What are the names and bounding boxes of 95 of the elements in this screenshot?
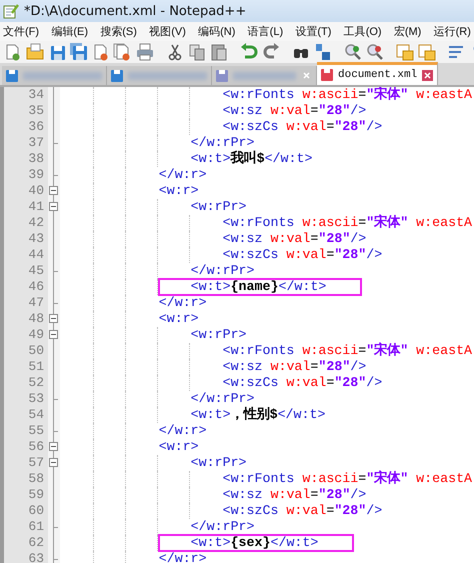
code-line: <w:rFonts w:ascii="宋体" w:eastA bbox=[222, 343, 474, 359]
line-number: 39 bbox=[4, 167, 48, 183]
fold-end-marker bbox=[53, 271, 58, 272]
code-line: <w:rFonts w:ascii="宋体" w:eastA bbox=[222, 471, 474, 487]
file-tab[interactable]: document.xml bbox=[317, 62, 438, 85]
fold-end-marker bbox=[53, 399, 58, 400]
fold-minus-icon[interactable] bbox=[49, 202, 58, 211]
line-number: 57 bbox=[4, 455, 48, 471]
notepad-icon bbox=[3, 3, 19, 19]
line-number: 56 bbox=[4, 439, 48, 455]
code-line: <w:rPr> bbox=[190, 199, 248, 215]
code-line: <w:sz w:val="28"/> bbox=[222, 359, 368, 375]
save-all-icon[interactable] bbox=[69, 42, 89, 62]
code-line: </w:rPr> bbox=[190, 135, 256, 150]
menu-item[interactable]: 语言(L) bbox=[248, 24, 284, 39]
menu-item[interactable]: 搜索(S) bbox=[100, 24, 137, 39]
code-line: </w:rPr> bbox=[190, 263, 256, 279]
line-number: 36 bbox=[4, 119, 48, 135]
line-number: 46 bbox=[4, 279, 48, 295]
fold-end-marker bbox=[53, 527, 58, 528]
code-line: <w:r> bbox=[158, 183, 200, 199]
code-line: </w:rPr> bbox=[190, 391, 256, 406]
open-folder-icon[interactable] bbox=[25, 42, 45, 62]
menu-item[interactable]: 设置(T) bbox=[295, 24, 332, 39]
fold-end-marker bbox=[53, 303, 58, 304]
line-number: 52 bbox=[4, 375, 48, 391]
zoom-out-icon[interactable] bbox=[365, 42, 385, 62]
line-number: 42 bbox=[4, 215, 48, 231]
close-icon[interactable] bbox=[422, 70, 434, 80]
fold-minus-icon[interactable] bbox=[49, 442, 58, 451]
code-line: <w:rPr> bbox=[190, 327, 248, 343]
code-line: <w:t>我叫$</w:t> bbox=[190, 151, 314, 167]
line-number: 35 bbox=[4, 103, 48, 119]
line-number: 59 bbox=[4, 487, 48, 503]
code-line: </w:rPr> bbox=[190, 519, 256, 535]
fold-end-marker bbox=[53, 175, 58, 176]
code-line: <w:szCs w:val="28"/> bbox=[222, 503, 384, 519]
paste-icon[interactable] bbox=[209, 42, 229, 62]
line-number: 34 bbox=[4, 87, 48, 103]
fold-end-marker bbox=[53, 559, 58, 560]
code-line: </w:r> bbox=[158, 167, 208, 183]
line-number: 40 bbox=[4, 183, 48, 199]
line-number: 55 bbox=[4, 423, 48, 439]
line-number: 47 bbox=[4, 295, 48, 311]
code-line: </w:r> bbox=[158, 423, 208, 439]
zoom-in-icon[interactable] bbox=[343, 42, 363, 62]
code-line: <w:szCs w:val="28"/> bbox=[222, 247, 384, 263]
code-line: <w:t>{name}</w:t> bbox=[190, 279, 328, 295]
code-line: </w:r> bbox=[158, 295, 208, 311]
line-number: 50 bbox=[4, 343, 48, 359]
fold-minus-icon[interactable] bbox=[49, 330, 58, 339]
line-number: 38 bbox=[4, 151, 48, 167]
window-title: *D:\A\document.xml - Notepad++ bbox=[24, 4, 246, 18]
print-icon[interactable] bbox=[135, 42, 155, 62]
line-number: 51 bbox=[4, 359, 48, 375]
code-line: <w:r> bbox=[158, 439, 200, 455]
fold-end-marker bbox=[53, 143, 58, 144]
line-number: 53 bbox=[4, 391, 48, 407]
code-line: <w:szCs w:val="28"/> bbox=[222, 375, 384, 391]
line-number: 44 bbox=[4, 247, 48, 263]
line-number: 43 bbox=[4, 231, 48, 247]
line-number: 37 bbox=[4, 135, 48, 151]
line-number: 60 bbox=[4, 503, 48, 519]
copy-icon[interactable] bbox=[187, 42, 207, 62]
fold-minus-icon[interactable] bbox=[49, 186, 58, 195]
line-number: 49 bbox=[4, 327, 48, 343]
line-number: 61 bbox=[4, 519, 48, 535]
code-line: <w:rPr> bbox=[190, 455, 248, 471]
code-line: <w:sz w:val="28"/> bbox=[222, 487, 368, 503]
menu-item[interactable]: 视图(V) bbox=[149, 24, 186, 39]
code-line: <w:sz w:val="28"/> bbox=[222, 103, 368, 119]
fold-minus-icon[interactable] bbox=[49, 458, 58, 467]
menu-item[interactable]: 工具(O) bbox=[344, 24, 382, 39]
fold-end-marker bbox=[53, 431, 58, 432]
line-number: 62 bbox=[4, 535, 48, 551]
code-line: <w:t>，性别$</w:t> bbox=[190, 407, 326, 423]
code-line: <w:t>{sex}</w:t> bbox=[190, 535, 320, 551]
file-tab[interactable] bbox=[2, 66, 107, 85]
code-line: <w:rFonts w:ascii="宋体" w:eastA bbox=[222, 215, 474, 231]
line-number: 45 bbox=[4, 263, 48, 279]
menu-item[interactable]: 运行(R) bbox=[434, 24, 471, 39]
line-number: 48 bbox=[4, 311, 48, 327]
code-line: <w:r> bbox=[158, 311, 200, 327]
code-line: <w:sz w:val="28"/> bbox=[222, 231, 368, 247]
code-line: <w:szCs w:val="28"/> bbox=[222, 119, 384, 135]
line-number: 58 bbox=[4, 471, 48, 487]
menu-item[interactable]: 文件(F) bbox=[3, 24, 40, 39]
code-line: </w:r> bbox=[158, 551, 208, 563]
line-number: 41 bbox=[4, 199, 48, 215]
menu-item[interactable]: 编辑(E) bbox=[51, 24, 88, 39]
menu-item[interactable]: 宏(M) bbox=[394, 24, 422, 39]
line-number: 54 bbox=[4, 407, 48, 423]
fold-minus-icon[interactable] bbox=[49, 314, 58, 323]
menu-item[interactable]: 编码(N) bbox=[198, 24, 236, 39]
line-number: 63 bbox=[4, 551, 48, 563]
